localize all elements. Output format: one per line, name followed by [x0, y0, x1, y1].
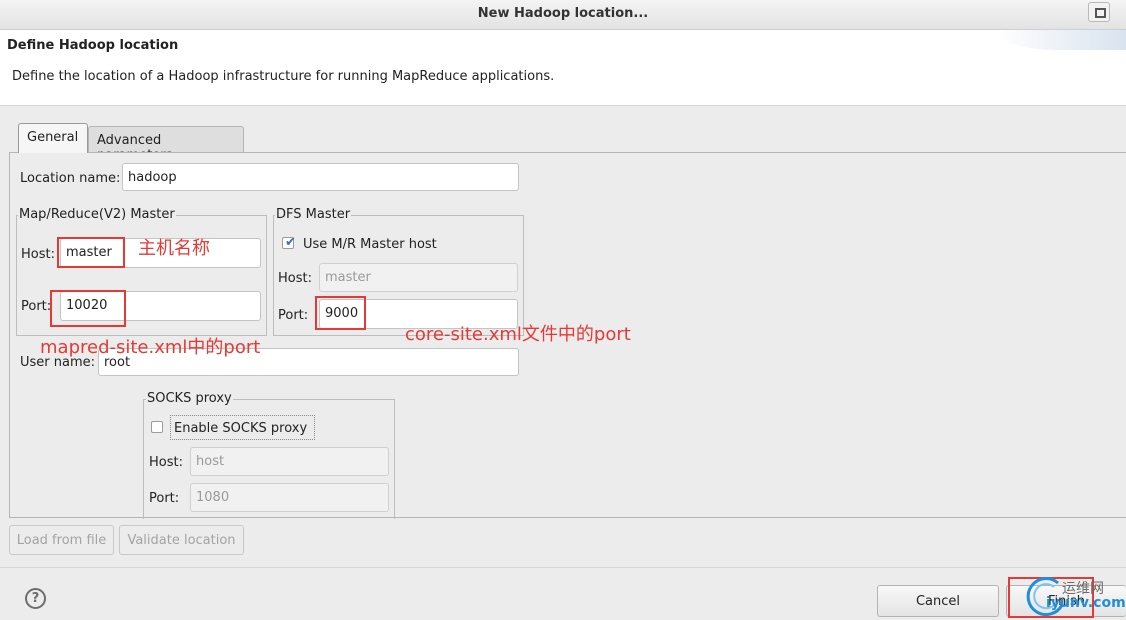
banner-decoration [996, 30, 1126, 50]
dfs-master-title: DFS Master [275, 207, 352, 222]
use-mr-host-checkbox[interactable]: ✔ [282, 235, 296, 250]
socks-host-field: host [190, 447, 389, 476]
window-title: New Hadoop location... [477, 6, 649, 21]
location-name-field[interactable]: hadoop [122, 163, 519, 191]
socks-port-field: 1080 [190, 483, 389, 512]
mr-port-label: Port: [21, 299, 52, 314]
title-bar: New Hadoop location... [0, 0, 1126, 30]
page-description: Define the location of a Hadoop infrastr… [12, 69, 555, 84]
maximize-icon [1095, 8, 1106, 18]
header-banner: Define Hadoop location Define the locati… [0, 30, 1126, 106]
dfs-host-field: master [319, 263, 518, 292]
validate-location-button[interactable]: Validate location [119, 525, 244, 555]
mr-host-label: Host: [21, 247, 55, 262]
enable-socks-checkbox[interactable] [151, 421, 163, 433]
location-name-label: Location name: [20, 171, 121, 186]
cancel-button[interactable]: Cancel [877, 585, 999, 617]
help-icon[interactable]: ? [25, 588, 46, 609]
mapred-annotation: mapred-site.xml中的port [40, 337, 261, 358]
host-annotation: 主机名称 [138, 238, 210, 259]
enable-socks-label: Enable SOCKS proxy [174, 421, 308, 436]
tab-general[interactable]: General [18, 123, 88, 153]
mr-master-title: Map/Reduce(V2) Master [18, 207, 176, 222]
checkmark-icon: ✔ [285, 235, 296, 250]
socks-proxy-title: SOCKS proxy [146, 391, 233, 406]
dfs-port-label: Port: [278, 308, 309, 323]
dfs-port-highlight-box [315, 296, 366, 330]
core-site-annotation: core-site.xml文件中的port [405, 324, 631, 345]
host-highlight-box [57, 237, 125, 268]
dfs-host-label: Host: [278, 271, 312, 286]
socks-port-label: Port: [149, 491, 180, 506]
watermark-line2: iyunv.com [1046, 595, 1126, 611]
socks-host-label: Host: [149, 455, 183, 470]
footer-divider [0, 567, 1126, 568]
tab-advanced-parameters[interactable]: Advanced parameters [88, 126, 244, 163]
page-title: Define Hadoop location [7, 38, 179, 53]
maximize-button[interactable] [1088, 2, 1110, 22]
use-mr-host-label: Use M/R Master host [303, 237, 437, 252]
mr-port-highlight-box [50, 290, 126, 327]
load-from-file-button[interactable]: Load from file [9, 525, 114, 555]
